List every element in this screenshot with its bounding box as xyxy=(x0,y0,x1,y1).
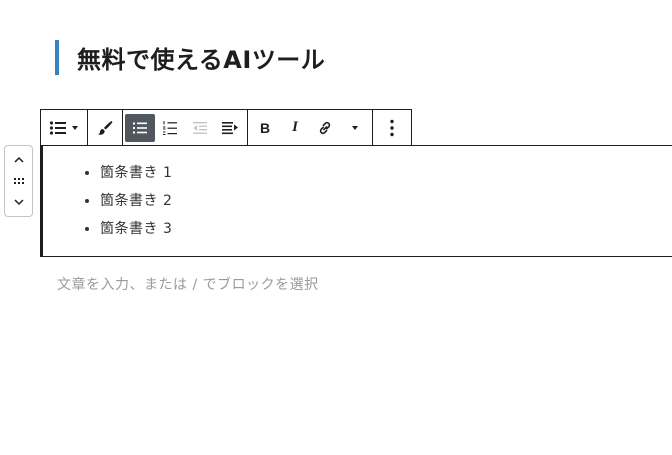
block-toolbar: B I xyxy=(40,109,412,145)
list-bullets-icon xyxy=(49,120,66,135)
chevron-down-icon xyxy=(352,125,358,130)
chevron-down-icon xyxy=(13,199,24,206)
editor-canvas: 無料で使えるAIツール B I • 箇条書き 1 • 箇条書き 2 • 箇条書き… xyxy=(0,0,672,455)
italic-button[interactable]: I xyxy=(280,114,310,142)
bulleted-list: 箇条書き 1 箇条書き 2 箇条書き 3 xyxy=(43,159,172,243)
list-item[interactable]: 箇条書き 1 xyxy=(100,159,172,187)
more-rich-text-button[interactable] xyxy=(340,114,370,142)
drag-handle[interactable] xyxy=(9,171,29,191)
styles-button[interactable] xyxy=(90,114,120,142)
toolbar-group-format: B I xyxy=(248,110,373,145)
indent-icon xyxy=(222,121,238,134)
drag-handle-icon xyxy=(13,178,24,184)
link-icon xyxy=(319,121,331,134)
toolbar-group-style xyxy=(88,110,123,145)
unordered-list-icon xyxy=(133,122,147,133)
block-placeholder[interactable]: 文章を入力、または / でブロックを選択 xyxy=(57,274,319,294)
block-mover xyxy=(4,145,33,217)
chevron-up-icon xyxy=(13,156,24,163)
move-up-button[interactable] xyxy=(9,150,29,170)
toolbar-group-block-type xyxy=(41,110,88,145)
ordered-list-icon xyxy=(163,120,177,135)
more-vertical-icon xyxy=(390,119,394,136)
unordered-list-button[interactable] xyxy=(125,113,155,142)
indent-button[interactable] xyxy=(215,114,245,142)
caret-down-icon xyxy=(72,125,78,130)
link-button[interactable] xyxy=(310,114,340,142)
list-item[interactable]: 箇条書き 2 xyxy=(100,187,172,215)
italic-label: I xyxy=(292,119,298,135)
list-item[interactable]: 箇条書き 3 xyxy=(100,215,172,243)
block-type-button[interactable] xyxy=(43,114,85,142)
outdent-button[interactable] xyxy=(185,114,215,142)
bold-button[interactable]: B xyxy=(250,114,280,142)
page-heading[interactable]: 無料で使えるAIツール xyxy=(55,40,325,75)
toolbar-group-list xyxy=(123,110,248,145)
options-button[interactable] xyxy=(375,114,409,142)
list-block[interactable]: 箇条書き 1 箇条書き 2 箇条書き 3 xyxy=(40,145,672,257)
outdent-icon xyxy=(193,121,207,134)
toolbar-group-options xyxy=(373,110,411,145)
ordered-list-button[interactable] xyxy=(155,114,185,142)
move-down-button[interactable] xyxy=(9,192,29,212)
brush-icon xyxy=(98,120,113,135)
bold-label: B xyxy=(259,119,271,136)
